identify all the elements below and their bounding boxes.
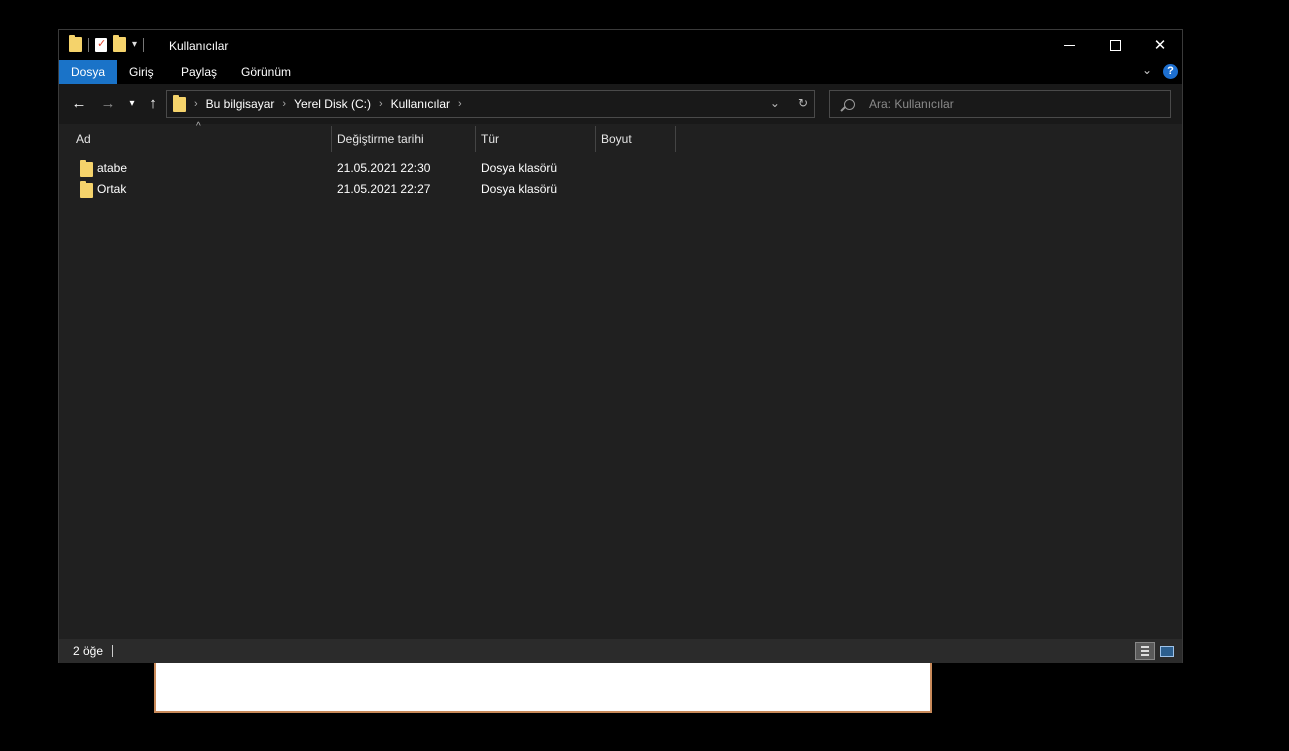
item-type: Dosya klasörü [481,182,558,196]
chevron-right-icon[interactable]: › [194,98,198,110]
item-modified: 21.05.2021 22:30 [337,161,431,175]
column-resize-handle[interactable] [331,126,332,152]
column-resize-handle[interactable] [675,126,676,152]
help-icon[interactable]: ? [1163,64,1178,79]
back-arrow-icon[interactable]: ← [69,92,89,116]
list-item[interactable]: Ortak 21.05.2021 22:27 Dosya klasörü [59,179,679,199]
close-button[interactable]: ✕ [1137,30,1183,60]
item-name: Ortak [97,182,127,196]
chevron-right-icon[interactable]: › [282,98,286,110]
tab-paylas[interactable]: Paylaş [169,60,229,84]
column-header-size[interactable]: Boyut [601,126,674,152]
minimize-icon [1063,44,1075,46]
chevron-right-icon[interactable]: › [379,98,383,110]
breadcrumb-bu-bilgisayar[interactable]: Bu bilgisayar [206,97,275,111]
tab-giris[interactable]: Giriş [117,60,166,84]
quick-access-toolbar: ▾ [69,35,145,52]
maximize-icon [1109,39,1121,51]
details-view-button[interactable] [1135,642,1155,660]
recent-locations-dropdown-icon[interactable]: ▾ [122,92,142,116]
background-window [154,655,932,713]
item-modified: 21.05.2021 22:27 [337,182,431,196]
close-icon: ✕ [1153,37,1167,54]
column-resize-handle[interactable] [595,126,596,152]
column-header-type[interactable]: Tür [481,126,594,152]
minimize-button[interactable] [1046,30,1092,60]
large-icons-view-button[interactable] [1157,642,1177,660]
customize-toolbar-dropdown-icon[interactable]: ▾ [132,39,137,50]
file-explorer-window: ▾ Kullanıcılar ✕ Dosya Giriş Paylaş Görü… [58,29,1183,663]
maximize-button[interactable] [1092,30,1138,60]
folder-icon [80,160,93,177]
folder-icon [80,181,93,198]
details-view-icon [1141,646,1149,656]
status-bar: 2 öğe [59,639,1182,663]
new-folder-icon[interactable] [113,35,126,52]
properties-icon[interactable] [95,37,107,52]
item-count: 2 öğe [73,644,104,658]
breadcrumb-yerel-disk[interactable]: Yerel Disk (C:) [294,97,371,111]
window-title: Kullanıcılar [169,39,229,53]
search-placeholder: Ara: Kullanıcılar [869,97,954,111]
folder-icon [69,35,82,52]
search-icon [844,98,855,110]
column-resize-handle[interactable] [475,126,476,152]
chevron-right-icon[interactable]: › [458,98,462,110]
breadcrumb-kullanicilar[interactable]: Kullanıcılar [391,97,450,111]
address-bar[interactable]: › Bu bilgisayar › Yerel Disk (C:) › Kull… [166,90,815,118]
folder-icon [173,94,186,112]
tab-dosya[interactable]: Dosya [59,60,118,84]
title-bar[interactable]: ▾ Kullanıcılar ✕ [59,30,1182,60]
up-arrow-icon[interactable]: ↑ [143,92,163,116]
tab-gorunum[interactable]: Görünüm [229,60,303,84]
item-name: atabe [97,161,128,175]
navigation-bar: ← → ▾ ↑ › Bu bilgisayar › Yerel Disk (C:… [59,84,1182,124]
address-history-dropdown-icon[interactable]: ⌄ [770,96,780,110]
item-type: Dosya klasörü [481,161,558,175]
large-icons-view-icon [1160,645,1174,657]
column-header-name[interactable]: Ad [76,126,330,152]
forward-arrow-icon[interactable]: → [98,92,118,116]
search-box[interactable]: Ara: Kullanıcılar [829,90,1171,118]
expand-ribbon-icon[interactable]: ⌄ [1142,63,1152,77]
column-header-modified[interactable]: Değiştirme tarihi [337,126,474,152]
ribbon: Dosya Giriş Paylaş Görünüm ⌄ ? [59,60,1182,84]
list-item[interactable]: atabe 21.05.2021 22:30 Dosya klasörü [59,158,679,178]
refresh-icon[interactable]: ↻ [798,96,808,110]
